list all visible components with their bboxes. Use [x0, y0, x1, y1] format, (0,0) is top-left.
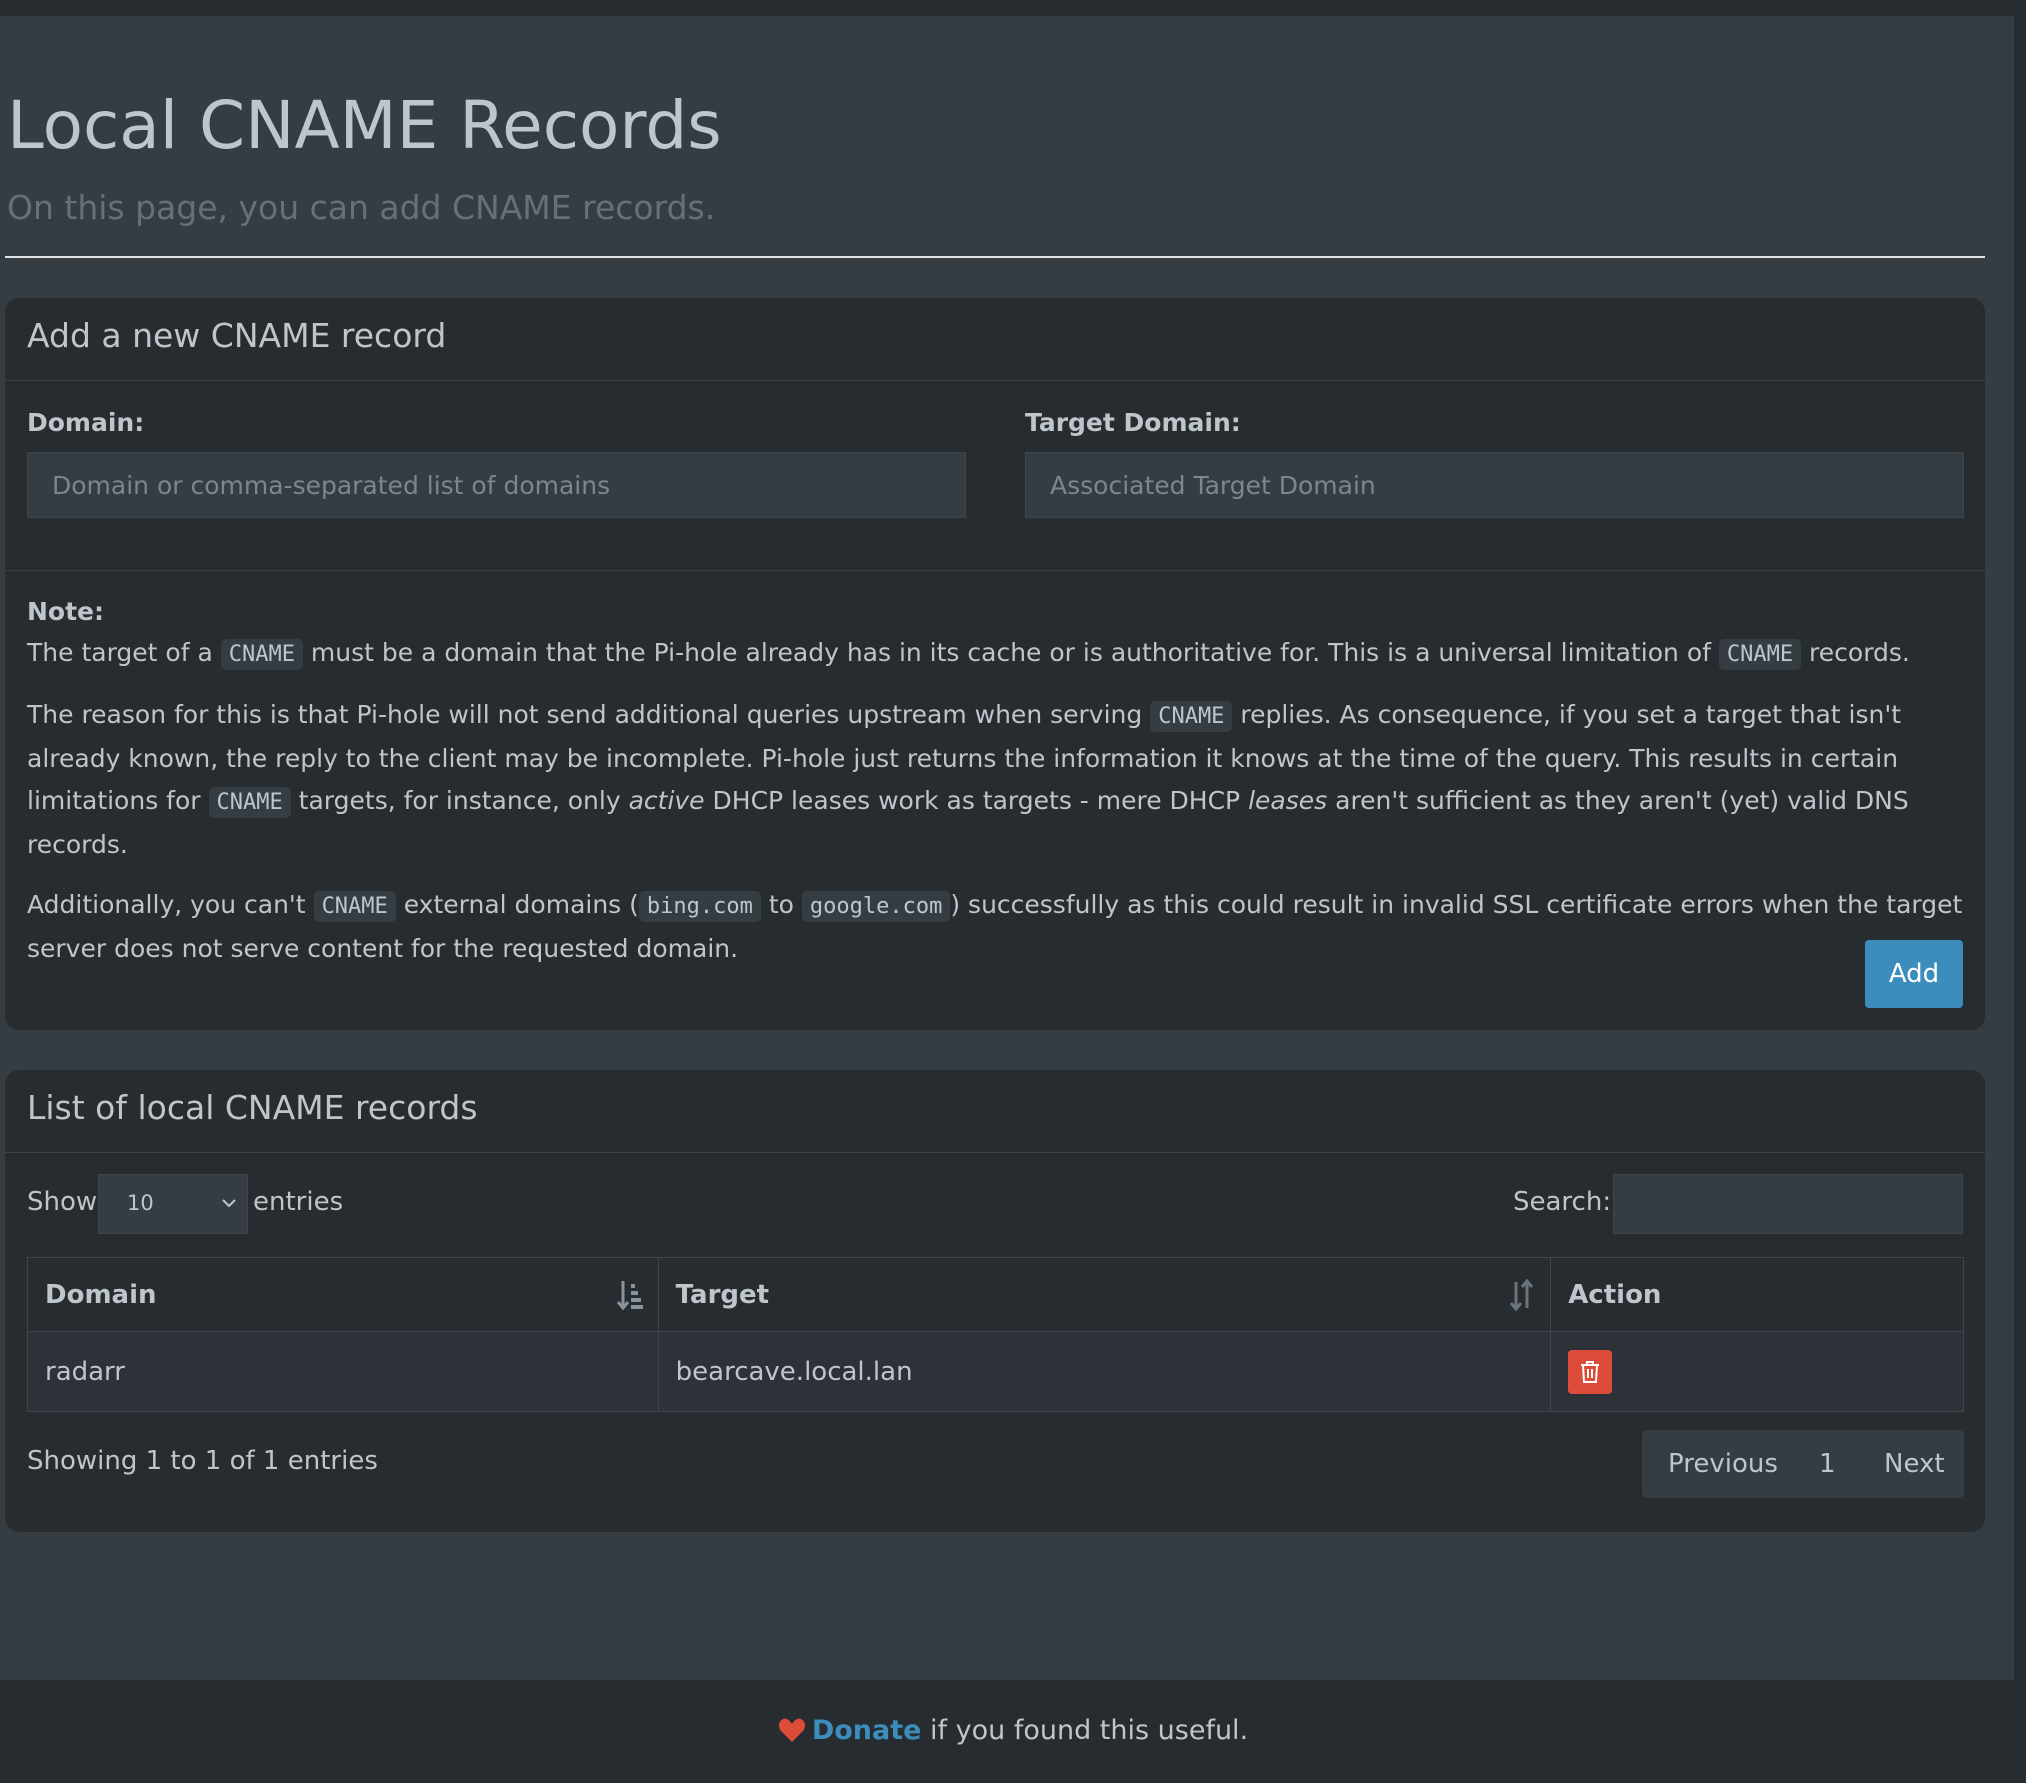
domain-label: Domain:	[27, 408, 145, 437]
column-header-action: Action	[1550, 1257, 1964, 1332]
trash-icon	[1581, 1360, 1600, 1383]
pagination: Previous 1 Next	[1642, 1430, 1964, 1498]
add-box-title: Add a new CNAME record	[27, 316, 447, 355]
page-header: Local CNAME Records On this page, you ca…	[5, 86, 1985, 258]
page-title: Local CNAME Records	[7, 87, 722, 164]
domain-input[interactable]	[27, 452, 966, 518]
code-cname: CNAME	[220, 639, 303, 670]
note-title: Note:	[27, 597, 105, 626]
chevron-down-icon	[222, 1199, 236, 1208]
search-label: Search:	[1513, 1187, 1612, 1217]
table-info: Showing 1 to 1 of 1 entries	[27, 1446, 378, 1476]
sort-ascending-icon	[616, 1281, 643, 1311]
table-header-row: Domain Target Action	[27, 1257, 1964, 1332]
pagination-page-1[interactable]: 1	[1819, 1448, 1836, 1480]
code-cname: CNAME	[313, 891, 396, 922]
delete-button[interactable]	[1568, 1349, 1613, 1394]
add-button[interactable]: Add	[1865, 940, 1963, 1008]
column-header-domain[interactable]: Domain	[27, 1257, 659, 1332]
code-cname: CNAME	[1718, 639, 1802, 670]
note-paragraph-3: Additionally, you can't CNAME external d…	[27, 890, 1963, 963]
search-input[interactable]	[1613, 1174, 1963, 1234]
donate-line: Donate if you found this useful.	[0, 1715, 2026, 1746]
donate-text: if you found this useful.	[921, 1715, 1249, 1746]
footer: Donate if you found this useful.	[0, 1680, 2026, 1783]
right-sidebar-edge	[2014, 16, 2026, 1680]
add-box-divider	[5, 570, 1985, 571]
page-subtitle: On this page, you can add CNAME records.	[7, 188, 716, 227]
note-paragraph-2: The reason for this is that Pi-hole will…	[27, 700, 1909, 859]
pagination-next[interactable]: Next	[1884, 1448, 1945, 1480]
top-navbar-strip	[0, 0, 2026, 16]
code-cname: CNAME	[1150, 701, 1233, 732]
show-label: Show	[27, 1187, 98, 1217]
cell-target: bearcave.local.lan	[657, 1331, 1552, 1412]
pagination-previous[interactable]: Previous	[1668, 1448, 1778, 1480]
heart-icon	[778, 1718, 805, 1742]
list-box-header: List of local CNAME records	[5, 1070, 1985, 1153]
column-header-target[interactable]: Target	[657, 1257, 1552, 1332]
target-domain-label: Target Domain:	[1025, 408, 1241, 437]
target-domain-input[interactable]	[1025, 452, 1964, 518]
add-box-header: Add a new CNAME record	[5, 298, 1985, 381]
code-google: google.com	[801, 891, 951, 922]
page-length-select[interactable]: 10	[98, 1174, 248, 1234]
donate-link[interactable]: Donate	[812, 1715, 922, 1746]
cname-table: Domain Target Action radarr bearcave.loc…	[27, 1257, 1964, 1412]
cname-note: Note: The target of a CNAME must be a do…	[27, 592, 1977, 988]
entries-label: entries	[253, 1187, 344, 1217]
page-length-value: 10	[127, 1191, 154, 1215]
sort-icon	[1510, 1278, 1534, 1312]
cell-domain: radarr	[27, 1331, 659, 1412]
table-row: radarr bearcave.local.lan	[27, 1331, 1964, 1412]
code-bing: bing.com	[638, 891, 761, 922]
code-cname: CNAME	[208, 787, 291, 818]
note-paragraph-1: The target of a CNAME must be a domain t…	[27, 632, 1977, 676]
cell-action	[1550, 1331, 1964, 1412]
list-box-title: List of local CNAME records	[27, 1088, 478, 1127]
